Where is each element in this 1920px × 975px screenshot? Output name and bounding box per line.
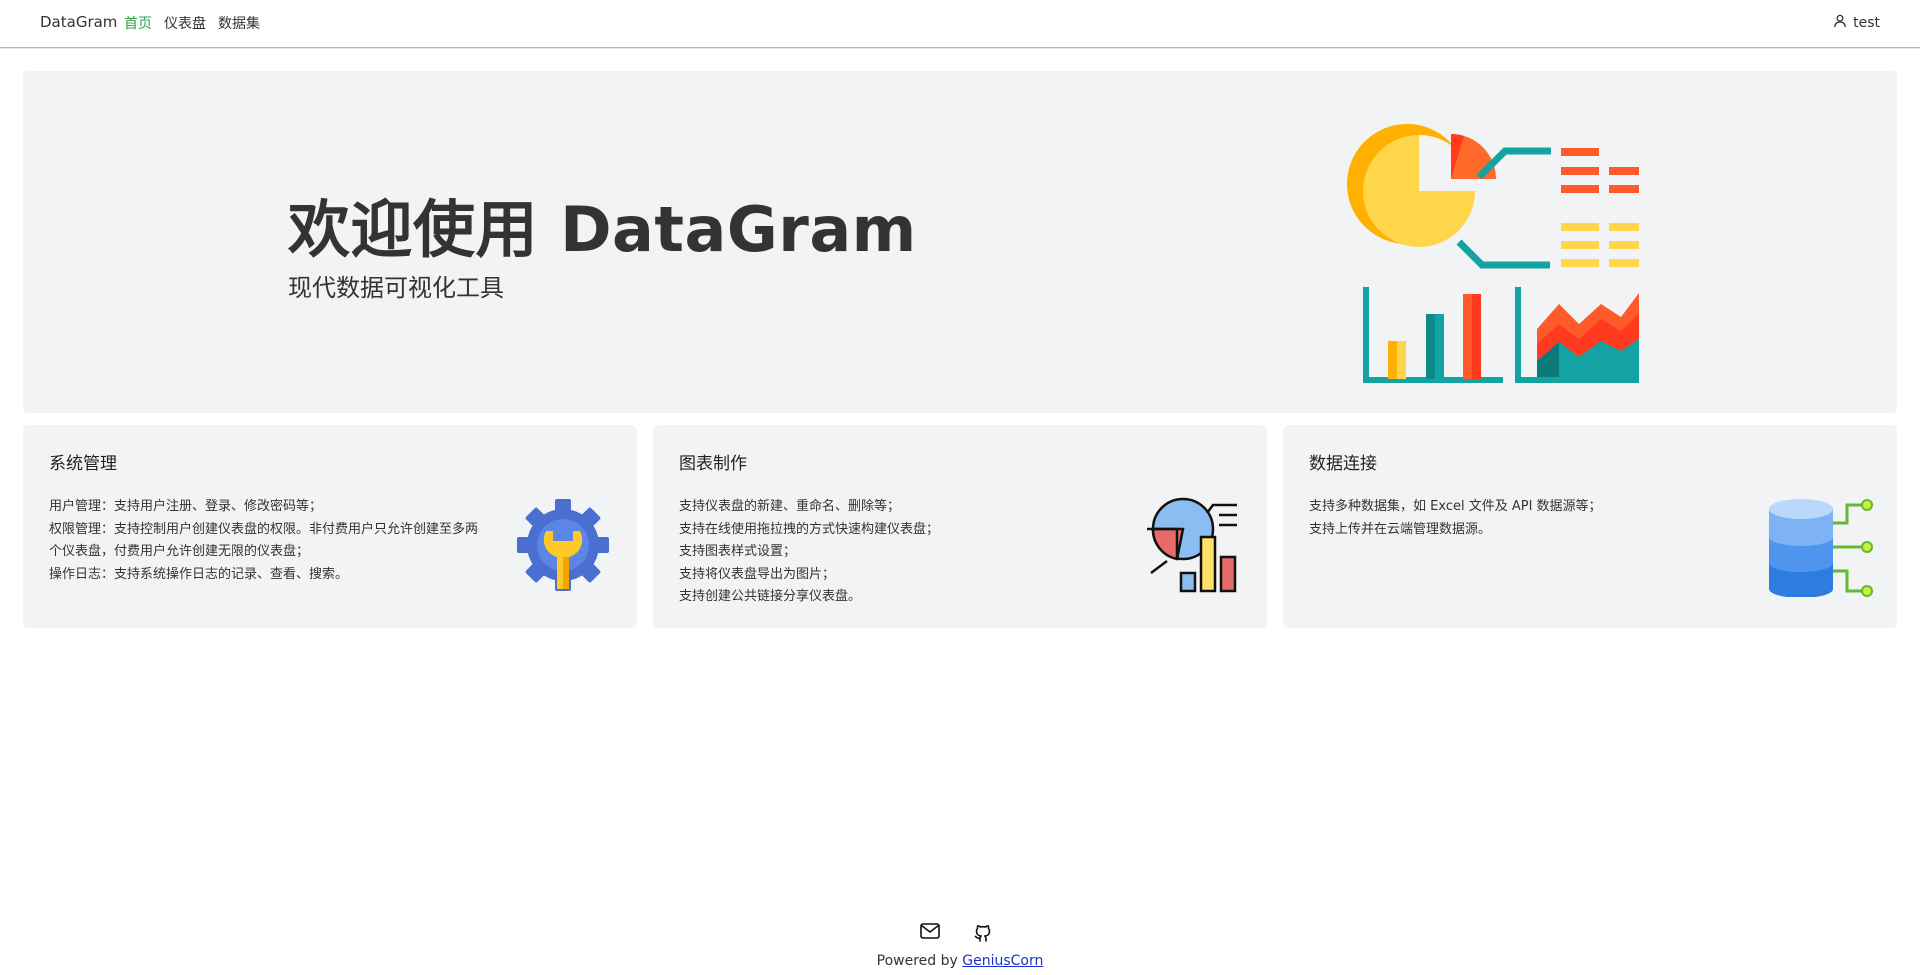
chart-making-icon [1147, 497, 1237, 593]
card-line: 支持仪表盘的新建、重命名、删除等； [679, 499, 901, 514]
nav-link-dashboard[interactable]: 仪表盘 [164, 13, 206, 33]
card-title: 图表制作 [679, 454, 747, 474]
hero-title: 欢迎使用 DataGram [288, 193, 917, 266]
feature-card-charts: 图表制作 支持仪表盘的新建、重命名、删除等； 支持在线使用拖拉拽的方式快速构建仪… [653, 425, 1267, 628]
footer-credit: Powered by GeniusCorn [0, 953, 1920, 969]
card-line: 支持图表样式设置； [679, 544, 797, 559]
card-title: 系统管理 [49, 454, 117, 474]
powered-by-label: Powered by [876, 953, 958, 969]
card-description: 用户管理：支持用户注册、登录、修改密码等； 权限管理：支持控制用户创建仪表盘的权… [49, 496, 478, 586]
card-line: 支持上传并在云端管理数据源。 [1309, 521, 1492, 537]
brand-logo-text[interactable]: DataGram [40, 13, 117, 31]
card-line: 支持创建公共链接分享仪表盘。 [679, 589, 862, 604]
hero-subtitle: 现代数据可视化工具 [288, 274, 504, 302]
gear-wrench-icon [517, 499, 609, 591]
card-line: 个仪表盘，付费用户允许创建无限的仪表盘； [49, 544, 310, 559]
author-link[interactable]: GeniusCorn [962, 953, 1043, 969]
card-line: 用户管理：支持用户注册、登录、修改密码等； [49, 499, 323, 514]
card-title: 数据连接 [1309, 454, 1377, 474]
nav-link-datasets[interactable]: 数据集 [218, 13, 260, 33]
database-icon [1769, 499, 1873, 597]
card-line: 支持多种数据集，如 Excel 文件及 API 数据源等； [1309, 499, 1602, 514]
mail-icon[interactable] [920, 923, 940, 947]
card-description: 支持仪表盘的新建、重命名、删除等； 支持在线使用拖拉拽的方式快速构建仪表盘； 支… [679, 496, 939, 609]
feature-card-data: 数据连接 支持多种数据集，如 Excel 文件及 API 数据源等； 支持上传并… [1283, 425, 1897, 628]
card-line: 支持将仪表盘导出为图片； [679, 566, 836, 582]
card-line: 权限管理：支持控制用户创建仪表盘的权限。非付费用户只允许创建至多两 [49, 521, 479, 537]
nav-link-home[interactable]: 首页 [124, 13, 152, 33]
analytics-illustration [1347, 124, 1639, 383]
card-description: 支持多种数据集，如 Excel 文件及 API 数据源等； 支持上传并在云端管理… [1309, 496, 1602, 541]
card-line: 支持在线使用拖拉拽的方式快速构建仪表盘； [679, 521, 940, 537]
top-navbar: DataGram 首页 仪表盘 数据集 test [0, 0, 1920, 48]
main-nav: 首页 仪表盘 数据集 [124, 13, 260, 33]
feature-card-system: 系统管理 用户管理：支持用户注册、登录、修改密码等； 权限管理：支持控制用户创建… [23, 425, 637, 628]
card-line: 操作日志：支持系统操作日志的记录、查看、搜索。 [49, 566, 349, 582]
github-icon[interactable] [973, 923, 993, 947]
user-icon [1833, 14, 1847, 32]
user-menu[interactable]: test [1833, 14, 1880, 32]
hero-banner: 欢迎使用 DataGram 现代数据可视化工具 [23, 71, 1897, 413]
footer-icons [920, 923, 993, 947]
user-name: test [1853, 15, 1880, 31]
